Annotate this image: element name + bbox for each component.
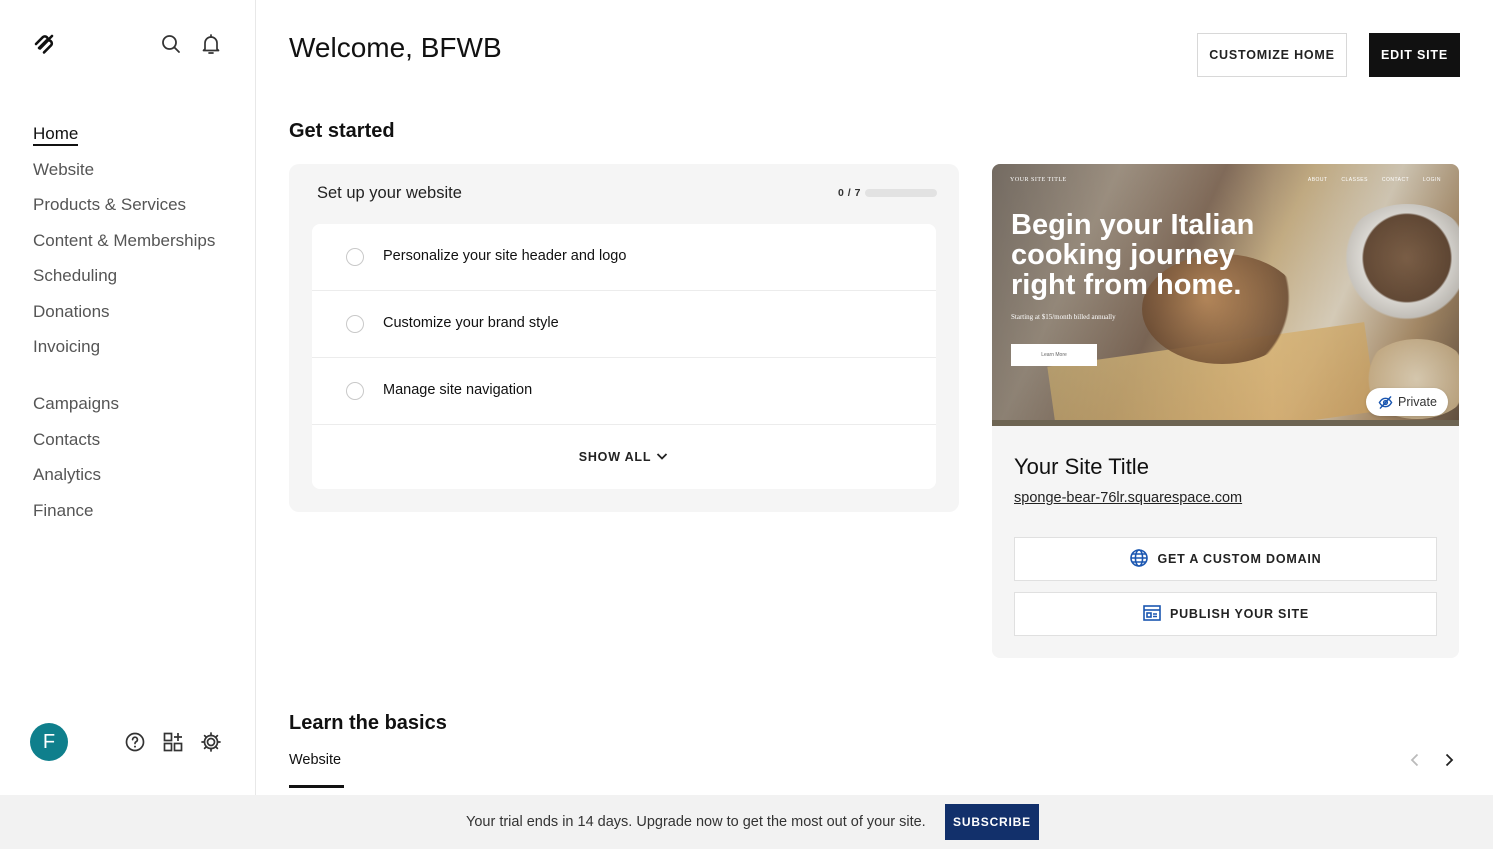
sidebar-item-contacts[interactable]: Contacts bbox=[33, 428, 119, 464]
get-started-heading: Get started bbox=[289, 120, 395, 142]
preview-subline: Starting at $15/month billed annually bbox=[1011, 313, 1116, 321]
setup-website-card: Set up your website 0 / 7 Personalize yo… bbox=[289, 164, 959, 512]
edit-site-button[interactable]: EDIT SITE bbox=[1369, 33, 1460, 77]
sidebar: Home Website Products & Services Content… bbox=[0, 0, 256, 795]
sidebar-item-analytics[interactable]: Analytics bbox=[33, 463, 119, 499]
avatar[interactable]: F bbox=[30, 723, 68, 761]
trial-banner: Your trial ends in 14 days. Upgrade now … bbox=[0, 795, 1493, 849]
task-checkbox[interactable] bbox=[346, 248, 364, 266]
secondary-nav: Campaigns Contacts Analytics Finance bbox=[33, 392, 119, 534]
preview-learn-more-button: Learn More bbox=[1011, 344, 1097, 366]
site-card: YOUR SITE TITLE ABOUT CLASSES CONTACT LO… bbox=[992, 164, 1459, 658]
trial-message: Your trial ends in 14 days. Upgrade now … bbox=[466, 814, 926, 830]
publish-label: PUBLISH YOUR SITE bbox=[1169, 607, 1310, 621]
show-all-label: SHOW ALL bbox=[578, 450, 652, 464]
sidebar-item-products-services[interactable]: Products & Services bbox=[33, 193, 215, 229]
sidebar-item-donations[interactable]: Donations bbox=[33, 300, 215, 336]
task-checkbox[interactable] bbox=[346, 315, 364, 333]
task-label: Personalize your site header and logo bbox=[383, 248, 627, 264]
customize-home-button[interactable]: CUSTOMIZE HOME bbox=[1197, 33, 1347, 77]
search-icon[interactable] bbox=[159, 32, 183, 56]
private-badge[interactable]: Private bbox=[1366, 388, 1448, 416]
preview-headline: Begin your Italian cooking journey right… bbox=[1011, 209, 1255, 301]
task-item-brand-style[interactable]: Customize your brand style bbox=[312, 291, 936, 358]
task-label: Customize your brand style bbox=[383, 315, 559, 331]
task-label: Manage site navigation bbox=[383, 382, 533, 398]
publish-icon bbox=[1143, 605, 1161, 621]
private-label: Private bbox=[1398, 395, 1437, 409]
chevron-down-icon bbox=[657, 453, 668, 460]
setup-card-title: Set up your website bbox=[317, 184, 462, 202]
sidebar-item-home[interactable]: Home bbox=[33, 122, 215, 158]
site-url-link[interactable]: sponge-bear-76lr.squarespace.com bbox=[1014, 490, 1242, 506]
progress-bar bbox=[865, 189, 937, 197]
primary-nav: Home Website Products & Services Content… bbox=[33, 122, 215, 371]
globe-icon bbox=[1130, 549, 1149, 567]
chevron-right-icon[interactable] bbox=[1439, 750, 1459, 770]
learn-basics-heading: Learn the basics bbox=[289, 712, 447, 734]
tab-website[interactable]: Website bbox=[289, 752, 341, 768]
task-list: Personalize your site header and logo Cu… bbox=[312, 224, 936, 489]
sidebar-item-content-memberships[interactable]: Content & Memberships bbox=[33, 229, 215, 265]
preview-site-title: YOUR SITE TITLE bbox=[1010, 177, 1067, 183]
sidebar-item-invoicing[interactable]: Invoicing bbox=[33, 335, 215, 371]
sidebar-item-finance[interactable]: Finance bbox=[33, 499, 119, 535]
publish-site-button[interactable]: PUBLISH YOUR SITE bbox=[1014, 592, 1437, 636]
site-title: Your Site Title bbox=[1014, 454, 1149, 479]
preview-nav: ABOUT CLASSES CONTACT LOGIN bbox=[1307, 177, 1441, 183]
bell-icon[interactable] bbox=[199, 32, 223, 56]
preview-bottom-strip bbox=[992, 420, 1459, 426]
tab-active-indicator bbox=[289, 785, 344, 788]
help-icon[interactable] bbox=[123, 730, 147, 754]
apps-icon[interactable] bbox=[161, 730, 185, 754]
custom-domain-label: GET A CUSTOM DOMAIN bbox=[1157, 552, 1322, 566]
eye-off-icon bbox=[1378, 396, 1393, 409]
sidebar-item-scheduling[interactable]: Scheduling bbox=[33, 264, 215, 300]
task-checkbox[interactable] bbox=[346, 382, 364, 400]
settings-icon[interactable] bbox=[199, 730, 223, 754]
task-item-header-logo[interactable]: Personalize your site header and logo bbox=[312, 224, 936, 291]
site-preview-image[interactable]: YOUR SITE TITLE ABOUT CLASSES CONTACT LO… bbox=[992, 164, 1459, 426]
chevron-left-icon[interactable] bbox=[1405, 750, 1425, 770]
page-title: Welcome, BFWB bbox=[289, 32, 502, 63]
task-item-site-navigation[interactable]: Manage site navigation bbox=[312, 358, 936, 425]
squarespace-logo-icon[interactable] bbox=[30, 30, 58, 58]
get-custom-domain-button[interactable]: GET A CUSTOM DOMAIN bbox=[1014, 537, 1437, 581]
subscribe-button[interactable]: SUBSCRIBE bbox=[945, 804, 1039, 840]
progress-count: 0 / 7 bbox=[838, 187, 861, 199]
sidebar-item-campaigns[interactable]: Campaigns bbox=[33, 392, 119, 428]
show-all-button[interactable]: SHOW ALL bbox=[312, 425, 936, 489]
sidebar-item-website[interactable]: Website bbox=[33, 158, 215, 194]
